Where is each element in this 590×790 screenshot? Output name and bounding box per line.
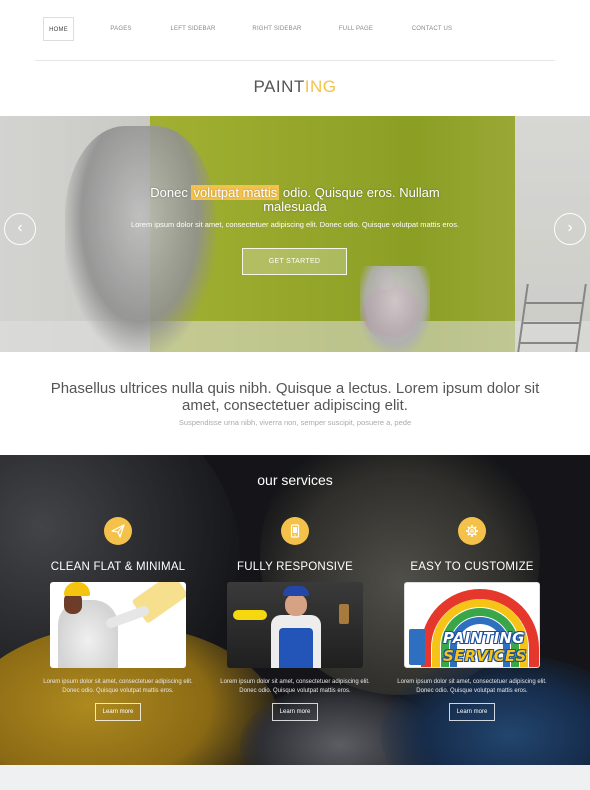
nav-item-left-sidebar[interactable]: LEFT SIDEBAR [168, 17, 218, 41]
get-started-button[interactable]: GET STARTED [242, 248, 347, 275]
slider-next-button[interactable]: › [554, 213, 586, 245]
site-logo[interactable]: PAINTING [0, 77, 590, 97]
nav-item-full-page[interactable]: FULL PAGE [336, 17, 376, 41]
painting-logo-text-2: SERVICES [443, 647, 527, 665]
service-title: FULLY RESPONSIVE [237, 561, 353, 573]
hero-title: Donec volutpat mattis odio. Quisque eros… [130, 185, 460, 214]
hero-subtitle: Lorem ipsum dolor sit amet, consectetuer… [130, 220, 460, 229]
intro-section: Phasellus ultrices nulla quis nibh. Quis… [30, 380, 560, 427]
service-image-painter-woman [50, 582, 186, 668]
paper-plane-icon [104, 517, 132, 545]
service-text: Lorem ipsum dolor sit amet, consectetuer… [397, 679, 547, 694]
logo-text-main: PAINT [253, 77, 305, 96]
service-card-clean-flat: CLEAN FLAT & MINIMAL Lorem ipsum dolor s… [33, 517, 203, 721]
nav-item-pages[interactable]: PAGES [105, 17, 137, 41]
nav-item-right-sidebar[interactable]: RIGHT SIDEBAR [250, 17, 304, 41]
learn-more-button[interactable]: Learn more [95, 703, 141, 721]
intro-heading: Phasellus ultrices nulla quis nibh. Quis… [50, 380, 540, 414]
intro-subtext: Suspendisse urna nibh, viverra non, semp… [178, 418, 412, 427]
nav-item-contact-us[interactable]: CONTACT US [409, 17, 455, 41]
hero-overlay [0, 116, 590, 352]
slider-prev-button[interactable]: ‹ [4, 213, 36, 245]
nav-item-home[interactable]: HOME [43, 17, 74, 41]
hero-title-highlight: volutpat mattis [191, 185, 280, 200]
service-image-painting-logo: PAINTING SERVICES [404, 582, 540, 668]
services-section: our services CLEAN FLAT & MINIMAL Lorem … [0, 455, 590, 765]
top-navigation: HOME PAGES LEFT SIDEBAR RIGHT SIDEBAR FU… [0, 0, 590, 60]
hero-title-post: odio. Quisque eros. Nullam malesuada [263, 185, 440, 214]
next-section-band [0, 765, 590, 790]
service-title: EASY TO CUSTOMIZE [410, 561, 534, 573]
learn-more-button[interactable]: Learn more [272, 703, 318, 721]
chevron-right-icon: › [567, 219, 573, 236]
hero-slider: Donec volutpat mattis odio. Quisque eros… [0, 116, 590, 352]
services-title: our services [257, 472, 333, 488]
service-card-responsive: FULLY RESPONSIVE Lorem ipsum dolor sit a… [210, 517, 380, 721]
service-image-painter-man [227, 582, 363, 668]
service-title: CLEAN FLAT & MINIMAL [50, 561, 186, 573]
painting-logo-text-1: PAINTING [443, 629, 525, 647]
mobile-icon [281, 517, 309, 545]
service-text: Lorem ipsum dolor sit amet, consectetuer… [220, 679, 370, 694]
hero-title-pre: Donec [150, 185, 188, 200]
nav-divider [35, 60, 555, 61]
service-card-customize: EASY TO CUSTOMIZE PAINTING SERVICES Lore… [387, 517, 557, 721]
service-text: Lorem ipsum dolor sit amet, consectetuer… [43, 679, 193, 694]
chevron-left-icon: ‹ [17, 219, 23, 236]
logo-text-accent: ING [304, 77, 337, 96]
gear-icon [458, 517, 486, 545]
learn-more-button[interactable]: Learn more [449, 703, 495, 721]
paint-roller-icon [409, 629, 425, 665]
